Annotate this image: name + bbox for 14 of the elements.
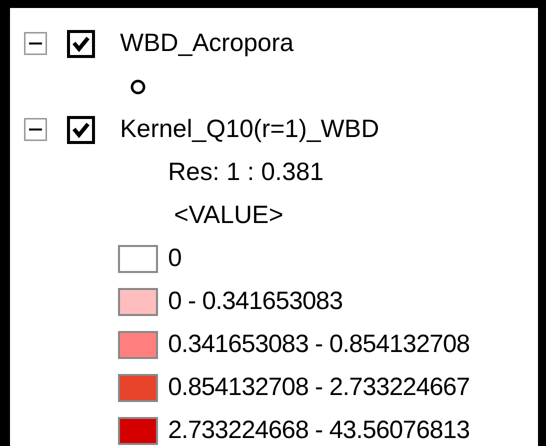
circle-symbol-icon: [130, 78, 146, 94]
class-label: 2.733224668 - 43.56076813: [168, 416, 470, 445]
resolution-text: Res: 1 : 0.381: [168, 158, 324, 187]
class-label: 0 - 0.341653083: [168, 287, 343, 316]
field-name: <VALUE>: [174, 201, 284, 230]
class-label: 0: [168, 244, 182, 273]
class-label: 0.341653083 - 0.854132708: [168, 330, 470, 359]
collapse-icon[interactable]: [24, 32, 47, 55]
layer-name[interactable]: WBD_Acropora: [120, 29, 294, 58]
layer-name[interactable]: Kernel_Q10(r=1)_WBD: [120, 115, 380, 144]
class-label: 0.854132708 - 2.733224667: [168, 373, 470, 402]
collapse-icon[interactable]: [24, 118, 47, 141]
checkbox[interactable]: [67, 116, 95, 144]
checkbox[interactable]: [67, 30, 95, 58]
